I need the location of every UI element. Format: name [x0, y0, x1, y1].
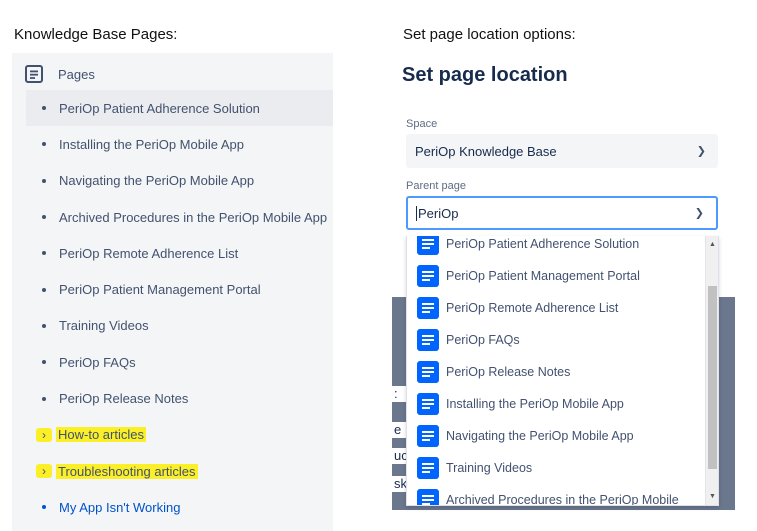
page-icon	[417, 457, 439, 479]
page-icon	[417, 265, 439, 287]
scroll-down-arrow[interactable]: ▼	[706, 490, 718, 503]
bullet-icon	[42, 178, 46, 183]
page-tree-item[interactable]: Navigating the PeriOp Mobile App	[26, 163, 333, 199]
parent-page-input[interactable]: PeriOp ❯	[406, 196, 718, 230]
background-text-fragment: :	[392, 386, 406, 402]
page-tree-header[interactable]: Pages	[24, 63, 95, 85]
dialog-title: Set page location	[402, 64, 568, 86]
chevron-down-icon: ❯	[696, 145, 706, 158]
page-tree-item-label: PeriOp Patient Management Portal	[59, 282, 261, 298]
page-location-caption: Set page location options:	[403, 26, 576, 43]
page-tree-item-label: Training Videos	[59, 318, 149, 334]
dropdown-option[interactable]: Archived Procedures in the PeriOp Mobile	[407, 484, 705, 506]
page-tree-item[interactable]: PeriOp Patient Management Portal	[26, 271, 333, 307]
dropdown-option-label: PeriOp Release Notes	[446, 365, 571, 379]
space-select-value: PeriOp Knowledge Base	[415, 143, 557, 159]
page-icon	[417, 329, 439, 351]
pages-header-label: Pages	[58, 66, 95, 82]
space-label: Space	[406, 118, 438, 130]
pages-icon	[24, 64, 44, 84]
dropdown-option[interactable]: PeriOp FAQs	[407, 324, 705, 356]
dropdown-option[interactable]: Navigating the PeriOp Mobile App	[407, 420, 705, 452]
page-tree-item[interactable]: PeriOp Patient Adherence Solution	[26, 90, 333, 127]
page-icon	[417, 393, 439, 415]
page-tree-item-label: My App Isn't Working	[59, 499, 181, 515]
background-text-fragment: uc	[392, 448, 408, 464]
page-tree-item[interactable]: PeriOp FAQs	[26, 344, 333, 380]
page-tree-item-label: Archived Procedures in the PeriOp Mobile…	[59, 209, 328, 225]
bullet-icon	[42, 215, 46, 220]
dropdown-option[interactable]: PeriOp Remote Adherence List	[407, 292, 705, 324]
page-icon	[417, 425, 439, 447]
bullet-icon	[42, 142, 46, 147]
bullet-icon	[42, 505, 46, 510]
chevron-down-icon: ❯	[694, 207, 704, 220]
dropdown-option-label: PeriOp Patient Adherence Solution	[446, 237, 640, 251]
scroll-thumb[interactable]	[708, 286, 717, 469]
page-tree-item[interactable]: Installing the PeriOp Mobile App	[26, 126, 333, 162]
page-tree-item-label: PeriOp Remote Adherence List	[59, 245, 239, 261]
dropdown-option[interactable]: PeriOp Patient Management Portal	[407, 260, 705, 292]
page-tree-item-label: PeriOp Release Notes	[59, 391, 189, 407]
dropdown-option[interactable]: Installing the PeriOp Mobile App	[407, 388, 705, 420]
dropdown-option-label: PeriOp FAQs	[446, 333, 520, 347]
page-tree-item-label: Troubleshooting articles	[56, 463, 198, 479]
page-tree-item[interactable]: › How-to articles	[26, 417, 333, 453]
dropdown-option[interactable]: PeriOp Release Notes	[407, 356, 705, 388]
page-tree-item[interactable]: Archived Procedures in the PeriOp Mobile…	[26, 199, 333, 235]
page-tree-item-label: Navigating the PeriOp Mobile App	[59, 173, 255, 189]
bullet-icon	[42, 323, 46, 328]
page-tree-item[interactable]: PeriOp Remote Adherence List	[26, 235, 333, 271]
page-tree-item[interactable]: My App Isn't Working	[26, 489, 333, 525]
parent-page-label: Parent page	[406, 180, 466, 192]
dropdown-option[interactable]: PeriOp Patient Adherence Solution	[407, 236, 705, 260]
page-tree-item[interactable]: PeriOp Release Notes	[26, 380, 333, 416]
page-tree-panel: Pages PeriOp Patient Adherence Solution I…	[12, 53, 333, 531]
dropdown-option-label: Training Videos	[446, 461, 533, 475]
bullet-icon	[42, 251, 46, 256]
page-tree-item[interactable]: Training Videos	[26, 308, 333, 344]
parent-page-dropdown: PeriOp Patient Adherence Solution PeriOp …	[406, 236, 719, 506]
page-tree-item-label: How-to articles	[56, 427, 146, 443]
page-icon	[417, 236, 439, 255]
dropdown-option-label: Archived Procedures in the PeriOp Mobile	[446, 493, 679, 506]
page-tree-item-label: PeriOp FAQs	[59, 354, 136, 370]
dropdown-option[interactable]: Training Videos	[407, 452, 705, 484]
chevron-right-icon[interactable]: ›	[36, 464, 52, 479]
dropdown-option-label: PeriOp Patient Management Portal	[446, 269, 640, 283]
dropdown-option-label: PeriOp Remote Adherence List	[446, 301, 619, 315]
bullet-icon	[42, 106, 46, 111]
background-text-fragment: sk	[392, 476, 407, 492]
dropdown-scrollbar[interactable]: ▲ ▼	[705, 236, 718, 505]
text-caret	[416, 205, 417, 221]
background-text-fragment: e	[392, 422, 406, 438]
bullet-icon	[42, 287, 46, 292]
scroll-up-arrow[interactable]: ▲	[706, 238, 718, 251]
page-tree-item[interactable]: › Troubleshooting articles	[26, 453, 333, 489]
page-tree-list: PeriOp Patient Adherence Solution Install…	[26, 90, 333, 526]
chevron-right-icon[interactable]: ›	[36, 427, 52, 442]
page-tree-item-label: Installing the PeriOp Mobile App	[59, 136, 244, 152]
knowledge-base-caption: Knowledge Base Pages:	[14, 26, 178, 43]
dropdown-options: PeriOp Patient Adherence Solution PeriOp …	[407, 236, 705, 506]
bullet-icon	[42, 360, 46, 365]
page-icon	[417, 297, 439, 319]
dropdown-option-label: Installing the PeriOp Mobile App	[446, 397, 624, 411]
space-select[interactable]: PeriOp Knowledge Base ❯	[406, 134, 718, 168]
bullet-icon	[42, 396, 46, 401]
dropdown-option-label: Navigating the PeriOp Mobile App	[446, 429, 634, 443]
page-icon	[417, 361, 439, 383]
parent-page-value: PeriOp	[418, 205, 459, 221]
page-icon	[417, 489, 439, 505]
page-tree-item-label: PeriOp Patient Adherence Solution	[59, 100, 260, 116]
